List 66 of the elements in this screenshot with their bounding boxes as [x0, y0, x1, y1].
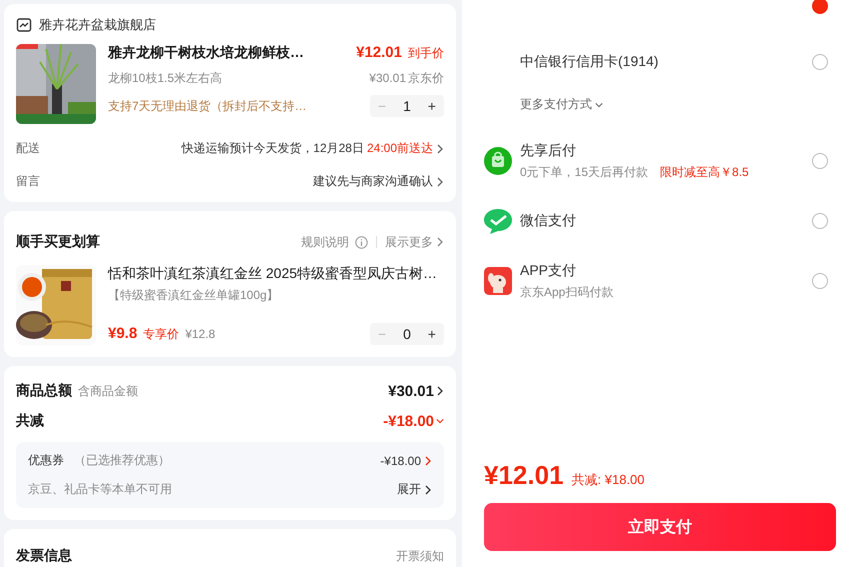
shopping-bag-icon: [484, 147, 512, 175]
unavailable-note: 京豆、礼品卡等本单不可用: [28, 481, 172, 498]
list-price: ¥12.8: [185, 327, 216, 341]
product-price: ¥9.8: [108, 325, 138, 342]
summary-label: 商品总额: [16, 382, 72, 400]
radio-button[interactable]: [812, 153, 828, 169]
radio-button[interactable]: [812, 273, 828, 289]
row-label: 配送: [16, 140, 40, 157]
summary-note: 含商品金额: [78, 383, 138, 400]
product-price: ¥12.01: [356, 44, 402, 61]
payment-method-name: APP支付: [520, 262, 578, 280]
plus-button[interactable]: +: [428, 98, 436, 114]
price-label: 专享价: [143, 326, 180, 343]
row-value: 快递运输预计今天发货，12月28日: [181, 140, 364, 157]
pay-now-button[interactable]: 立即支付: [484, 503, 836, 551]
product-spec: 【特级蜜香滇红金丝单罐100g】: [108, 287, 280, 304]
expand-link[interactable]: 展开: [397, 481, 421, 498]
invoice-notice-link[interactable]: 开票须知: [396, 548, 444, 564]
summary-value: -¥18.00: [383, 412, 434, 430]
dog-icon: [484, 267, 512, 295]
row-value: 建议先与商家沟通确认: [313, 173, 433, 190]
coupon-note: （已选推荐优惠）: [74, 452, 170, 469]
section-title: 顺手买更划算: [16, 233, 100, 251]
total-amount: ¥12.01: [484, 460, 564, 491]
show-more-link[interactable]: 展示更多: [385, 234, 433, 250]
quantity-value: 1: [403, 98, 411, 114]
chevron-right-icon: [436, 176, 444, 186]
quantity-stepper[interactable]: − 0 +: [370, 323, 444, 345]
radio-button[interactable]: [812, 54, 828, 70]
coupon-label: 优惠券: [28, 452, 64, 469]
rules-link[interactable]: 规则说明: [301, 234, 349, 250]
section-title: 发票信息: [16, 547, 72, 565]
price-label: 京东价: [408, 70, 444, 87]
chevron-right-icon: [436, 237, 444, 247]
coupon-value: -¥18.00: [380, 454, 421, 468]
delivery-deadline: 24:00前送达: [366, 140, 433, 157]
promo-text: 限时减至高￥8.5: [660, 164, 749, 180]
payment-method-name: 先享后付: [520, 142, 577, 160]
product-title: 恬和茶叶滇红茶滇红金丝 2025特级蜜香型凤庆古树…: [108, 265, 438, 283]
chevron-right-icon: [424, 484, 432, 494]
store-name: 雅卉花卉盆栽旗舰店: [39, 16, 156, 34]
price-label: 到手价: [408, 45, 444, 62]
payment-method-note: 0元下单，15天后再付款: [520, 164, 648, 180]
list-price: ¥30.01: [369, 71, 406, 85]
discount-total: 共减: ¥18.00: [572, 471, 645, 489]
info-icon: [355, 236, 368, 248]
quantity-stepper[interactable]: − 1 +: [370, 95, 444, 117]
plus-button[interactable]: +: [428, 326, 436, 342]
more-payment-methods-button[interactable]: 更多支付方式: [520, 96, 603, 113]
quantity-value: 0: [403, 326, 411, 342]
row-label: 留言: [16, 173, 40, 190]
payment-method-name: 中信银行信用卡(1914): [520, 53, 658, 71]
chevron-right-icon: [424, 456, 432, 466]
chevron-down-icon: [436, 416, 444, 426]
product-title: 雅卉龙柳干树枝水培龙柳鲜枝…: [108, 44, 304, 62]
radio-button[interactable]: [812, 0, 828, 14]
product-spec: 龙柳10枝1.5米左右高: [108, 70, 222, 87]
radio-button[interactable]: [812, 213, 828, 229]
payment-method-name: 微信支付: [520, 212, 576, 230]
chevron-right-icon: [436, 386, 444, 396]
chevron-right-icon: [436, 144, 444, 154]
return-policy: 支持7天无理由退货（拆封后不支持…: [108, 98, 307, 114]
summary-value: ¥30.01: [388, 382, 434, 400]
summary-label: 共减: [16, 412, 44, 430]
payment-method-note: 京东App扫码付款: [520, 284, 614, 300]
chat-check-icon: [484, 207, 512, 235]
